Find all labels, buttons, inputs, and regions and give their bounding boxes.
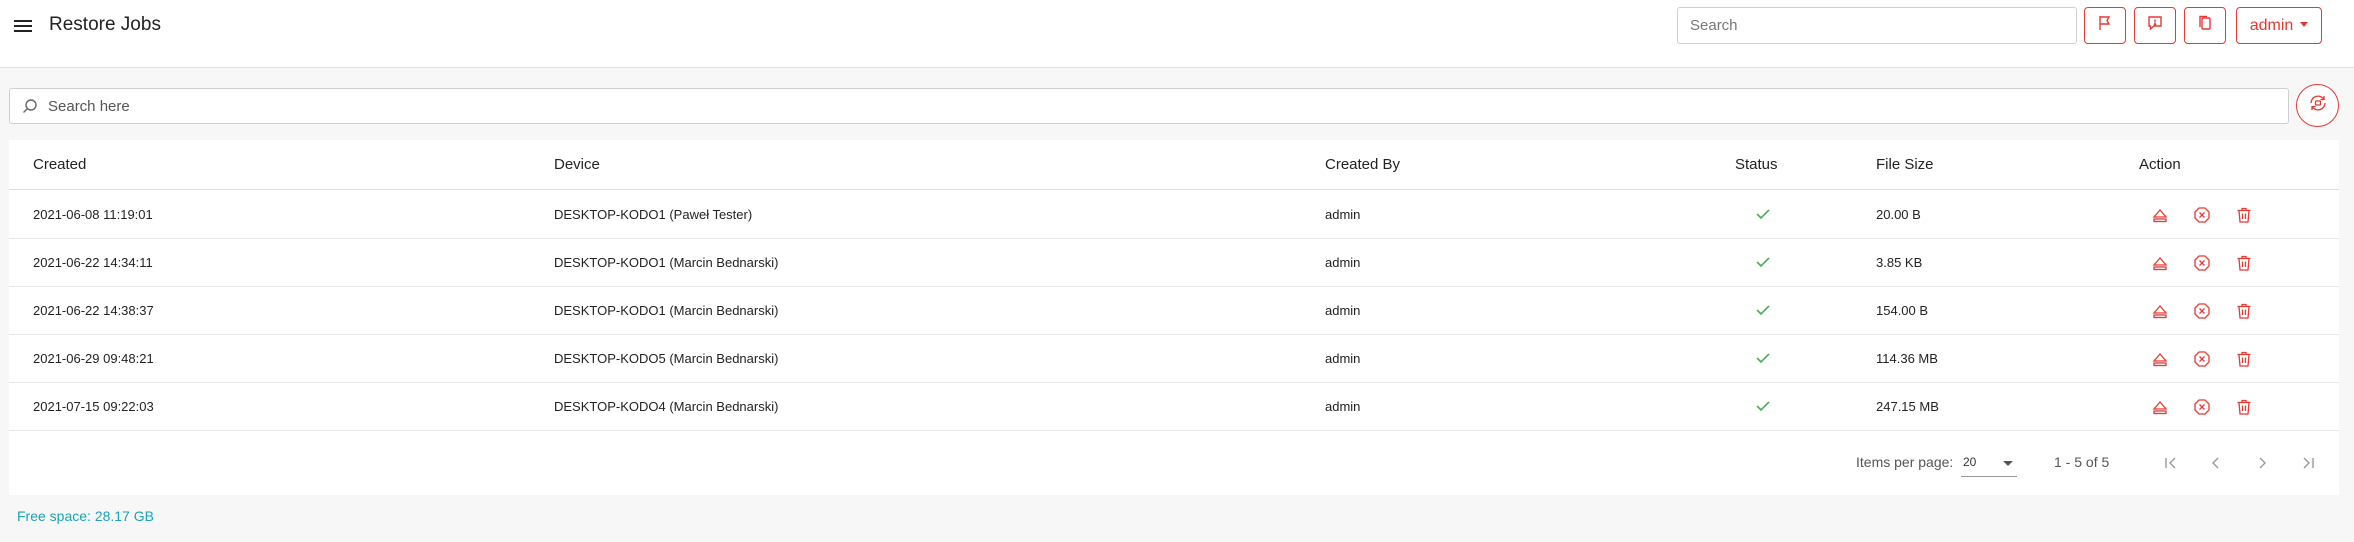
check-icon bbox=[1755, 351, 1773, 365]
cell-device: DESKTOP-KODO1 (Marcin Bednarski) bbox=[554, 303, 779, 318]
column-created-by[interactable]: Created By bbox=[1325, 140, 1400, 190]
cell-created-by: admin bbox=[1325, 351, 1361, 366]
cancel-icon[interactable] bbox=[2191, 252, 2213, 274]
cell-created: 2021-06-22 14:38:37 bbox=[33, 303, 154, 318]
cancel-icon[interactable] bbox=[2191, 204, 2213, 226]
copy-button[interactable] bbox=[2184, 7, 2226, 44]
last-page-icon[interactable] bbox=[2291, 446, 2325, 480]
cell-file-size: 154.00 B bbox=[1876, 303, 1929, 318]
top-bar: Restore Jobs admin bbox=[0, 0, 2354, 68]
cell-created: 2021-07-15 09:22:03 bbox=[33, 399, 154, 414]
table-row[interactable]: 2021-06-29 09:48:21 DESKTOP-KODO5 (Marci… bbox=[9, 335, 2339, 383]
menu-icon[interactable] bbox=[10, 14, 36, 38]
delete-icon[interactable] bbox=[2233, 252, 2255, 274]
restore-jobs-table: Created Device Created By Status File Si… bbox=[9, 140, 2339, 495]
cell-created-by: admin bbox=[1325, 399, 1361, 414]
column-created[interactable]: Created bbox=[33, 140, 86, 190]
cell-file-size: 247.15 MB bbox=[1876, 399, 1939, 414]
cancel-icon[interactable] bbox=[2191, 396, 2213, 418]
caret-down-icon bbox=[2003, 461, 2013, 466]
next-page-icon[interactable] bbox=[2245, 446, 2279, 480]
check-icon bbox=[1755, 255, 1773, 269]
eject-icon[interactable] bbox=[2149, 252, 2171, 274]
previous-page-icon[interactable] bbox=[2199, 446, 2233, 480]
column-status[interactable]: Status bbox=[1735, 140, 1778, 190]
cell-device: DESKTOP-KODO5 (Marcin Bednarski) bbox=[554, 351, 779, 366]
table-row[interactable]: 2021-06-22 14:38:37 DESKTOP-KODO1 (Marci… bbox=[9, 287, 2339, 335]
flag-icon bbox=[2096, 14, 2114, 37]
feedback-button[interactable] bbox=[2134, 7, 2176, 44]
check-icon bbox=[1755, 303, 1773, 317]
report-button[interactable] bbox=[2084, 7, 2126, 44]
cell-file-size: 3.85 KB bbox=[1876, 255, 1923, 270]
first-page-icon[interactable] bbox=[2154, 446, 2188, 480]
table-row[interactable]: 2021-06-08 11:19:01 DESKTOP-KODO1 (Paweł… bbox=[9, 191, 2339, 239]
table-row[interactable]: 2021-06-22 14:34:11 DESKTOP-KODO1 (Marci… bbox=[9, 239, 2339, 287]
search-icon bbox=[22, 98, 38, 114]
copy-icon bbox=[2196, 14, 2214, 37]
column-device[interactable]: Device bbox=[554, 140, 600, 190]
free-space-text: Free space: 28.17 GB bbox=[17, 508, 154, 524]
delete-icon[interactable] bbox=[2233, 396, 2255, 418]
eject-icon[interactable] bbox=[2149, 300, 2171, 322]
cell-device: DESKTOP-KODO4 (Marcin Bednarski) bbox=[554, 399, 779, 414]
delete-icon[interactable] bbox=[2233, 204, 2255, 226]
cell-device: DESKTOP-KODO1 (Marcin Bednarski) bbox=[554, 255, 779, 270]
cell-file-size: 114.36 MB bbox=[1876, 351, 1938, 366]
refresh-button[interactable] bbox=[2296, 84, 2339, 127]
column-action: Action bbox=[2139, 156, 2181, 173]
check-icon bbox=[1755, 399, 1773, 413]
page-title: Restore Jobs bbox=[49, 14, 161, 35]
cell-file-size: 20.00 B bbox=[1876, 207, 1921, 222]
eject-icon[interactable] bbox=[2149, 204, 2171, 226]
delete-icon[interactable] bbox=[2233, 348, 2255, 370]
table-row[interactable]: 2021-07-15 09:22:03 DESKTOP-KODO4 (Marci… bbox=[9, 383, 2339, 431]
user-name: admin bbox=[2249, 16, 2294, 34]
cell-created: 2021-06-22 14:34:11 bbox=[33, 255, 153, 270]
eject-icon[interactable] bbox=[2149, 348, 2171, 370]
table-header: Created Device Created By Status File Si… bbox=[9, 140, 2339, 190]
column-file-size[interactable]: File Size bbox=[1876, 140, 1934, 190]
feedback-icon bbox=[2146, 14, 2164, 37]
eject-icon[interactable] bbox=[2149, 396, 2171, 418]
cell-created-by: admin bbox=[1325, 303, 1361, 318]
check-icon bbox=[1755, 207, 1773, 221]
cell-created-by: admin bbox=[1325, 255, 1361, 270]
page-range: 1 - 5 of 5 bbox=[2054, 454, 2110, 470]
user-menu-button[interactable]: admin bbox=[2236, 7, 2322, 44]
cell-created-by: admin bbox=[1325, 207, 1361, 222]
cell-device: DESKTOP-KODO1 (Paweł Tester) bbox=[554, 207, 753, 222]
refresh-icon bbox=[2307, 92, 2329, 119]
paginator: Items per page: 20 1 - 5 of 5 bbox=[9, 430, 2339, 494]
items-per-page-select[interactable]: 20 bbox=[1961, 449, 2017, 477]
delete-icon[interactable] bbox=[2233, 300, 2255, 322]
caret-down-icon bbox=[2300, 22, 2309, 27]
items-per-page-value: 20 bbox=[1963, 455, 1977, 469]
cell-created: 2021-06-29 09:48:21 bbox=[33, 351, 154, 366]
items-per-page-label: Items per page: bbox=[1856, 454, 1954, 470]
filter-input[interactable] bbox=[48, 89, 2268, 123]
cancel-icon[interactable] bbox=[2191, 300, 2213, 322]
table-filter bbox=[9, 88, 2289, 124]
cell-created: 2021-06-08 11:19:01 bbox=[33, 207, 153, 222]
global-search-input[interactable] bbox=[1677, 7, 2077, 44]
cancel-icon[interactable] bbox=[2191, 348, 2213, 370]
